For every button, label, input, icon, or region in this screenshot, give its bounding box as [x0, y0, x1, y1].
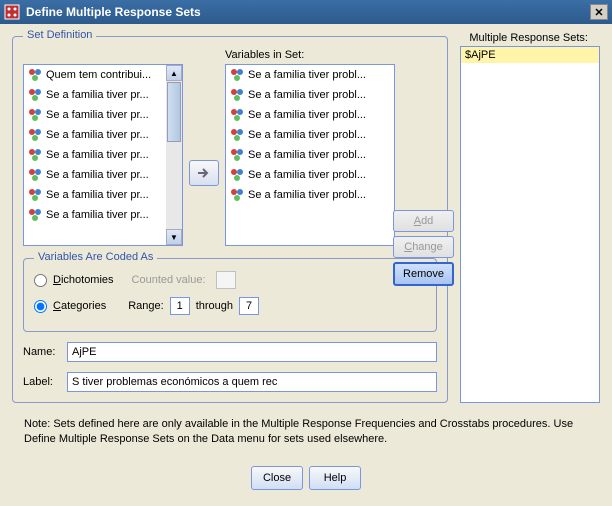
- counted-value-input: [216, 271, 236, 289]
- remove-button[interactable]: Remove: [393, 262, 454, 286]
- source-variable-list[interactable]: Quem tem contribui...Se a familia tiver …: [23, 64, 183, 246]
- variables-coded-as-group: Variables Are Coded As Dichotomies Count…: [23, 258, 437, 332]
- list-item[interactable]: Se a familia tiver pr...: [24, 185, 166, 205]
- close-window-button[interactable]: ✕: [590, 4, 608, 20]
- list-item[interactable]: Se a familia tiver probl...: [226, 185, 394, 205]
- list-item[interactable]: Se a familia tiver pr...: [24, 205, 166, 225]
- list-item[interactable]: Se a familia tiver probl...: [226, 85, 394, 105]
- list-item[interactable]: Se a familia tiver probl...: [226, 105, 394, 125]
- help-button[interactable]: Help: [309, 466, 361, 490]
- variable-icon: [28, 188, 42, 202]
- variable-icon: [28, 168, 42, 182]
- range-label: Range:: [128, 300, 163, 312]
- close-button[interactable]: Close: [251, 466, 303, 490]
- list-item[interactable]: Se a familia tiver pr...: [24, 85, 166, 105]
- through-label: through: [196, 300, 233, 312]
- set-definition-group: Set Definition Quem tem contribui...Se a…: [12, 36, 448, 403]
- variable-icon: [28, 148, 42, 162]
- variable-icon: [28, 88, 42, 102]
- window-title: Define Multiple Response Sets: [26, 5, 590, 19]
- variable-icon: [230, 108, 244, 122]
- variable-icon: [230, 168, 244, 182]
- dichotomies-label[interactable]: Dichotomies: [53, 274, 114, 286]
- list-item[interactable]: Se a familia tiver probl...: [226, 125, 394, 145]
- label-input[interactable]: [67, 372, 437, 392]
- counted-value-label: Counted value:: [132, 274, 206, 286]
- move-variable-button[interactable]: [189, 160, 219, 186]
- label-field-label: Label:: [23, 376, 61, 388]
- categories-label[interactable]: Categories: [53, 300, 106, 312]
- list-item[interactable]: Se a familia tiver probl...: [226, 145, 394, 165]
- mrs-list-item[interactable]: $AjPE: [461, 47, 599, 63]
- list-item[interactable]: Se a familia tiver pr...: [24, 165, 166, 185]
- dichotomies-radio[interactable]: [34, 274, 47, 287]
- source-list-scrollbar[interactable]: ▲ ▼: [166, 65, 182, 245]
- coded-as-legend: Variables Are Coded As: [34, 251, 157, 263]
- variable-icon: [28, 108, 42, 122]
- list-item[interactable]: Se a familia tiver pr...: [24, 125, 166, 145]
- name-field-label: Name:: [23, 346, 61, 358]
- variables-in-set-label: Variables in Set:: [225, 49, 395, 61]
- note-text: Note: Sets defined here are only availab…: [24, 417, 588, 448]
- arrow-right-icon: [196, 167, 212, 179]
- list-item[interactable]: Quem tem contribui...: [24, 65, 166, 85]
- variable-icon: [230, 148, 244, 162]
- variable-icon: [230, 128, 244, 142]
- list-item[interactable]: Se a familia tiver pr...: [24, 145, 166, 165]
- titlebar: Define Multiple Response Sets ✕: [0, 0, 612, 24]
- list-item[interactable]: Se a familia tiver probl...: [226, 165, 394, 185]
- variable-icon: [28, 128, 42, 142]
- range-from-input[interactable]: [170, 297, 190, 315]
- target-variable-list[interactable]: Se a familia tiver probl...Se a familia …: [225, 64, 395, 246]
- range-to-input[interactable]: [239, 297, 259, 315]
- change-button[interactable]: Change: [393, 236, 454, 258]
- variable-icon: [230, 188, 244, 202]
- mrs-list[interactable]: $AjPE: [460, 46, 600, 403]
- add-button[interactable]: Add: [393, 210, 454, 232]
- variable-icon: [28, 208, 42, 222]
- variable-icon: [28, 68, 42, 82]
- scroll-down-button[interactable]: ▼: [166, 229, 182, 245]
- variable-icon: [230, 68, 244, 82]
- scroll-up-button[interactable]: ▲: [166, 65, 182, 81]
- list-item[interactable]: Se a familia tiver probl...: [226, 65, 394, 85]
- categories-radio[interactable]: [34, 300, 47, 313]
- name-input[interactable]: [67, 342, 437, 362]
- set-definition-legend: Set Definition: [23, 29, 96, 41]
- app-icon: [4, 4, 20, 20]
- list-item[interactable]: Se a familia tiver pr...: [24, 105, 166, 125]
- scroll-thumb[interactable]: [167, 82, 181, 142]
- mrs-header-label: Multiple Response Sets:: [469, 32, 588, 44]
- variable-icon: [230, 88, 244, 102]
